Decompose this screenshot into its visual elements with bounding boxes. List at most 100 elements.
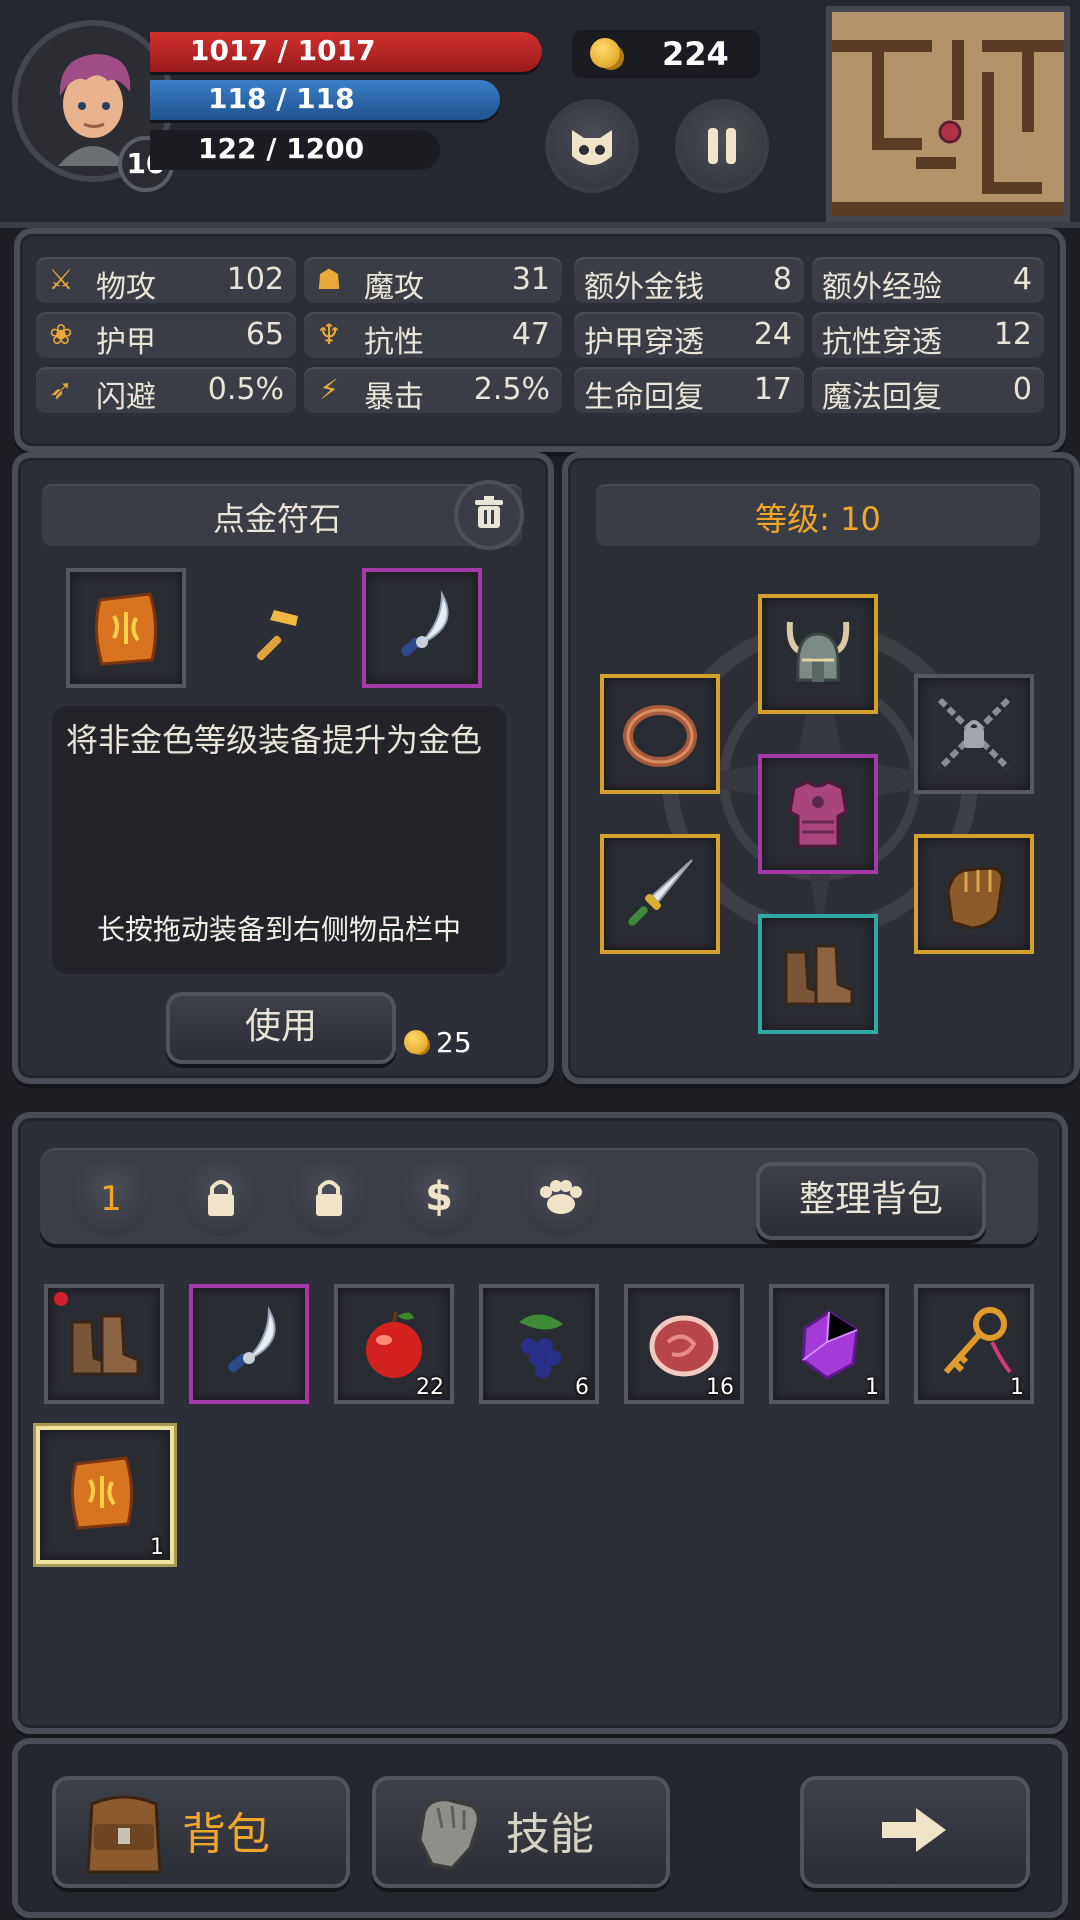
stat-row: ➶ 闪避 0.5% bbox=[36, 367, 296, 415]
sort-bag-button[interactable]: 整理背包 bbox=[756, 1162, 986, 1240]
stat-value: 4 bbox=[1012, 262, 1032, 297]
stat-name: 护甲 bbox=[96, 325, 156, 360]
stat-name: 抗性穿透 bbox=[822, 325, 942, 360]
stat-name: 闪避 bbox=[96, 380, 156, 415]
magic-hat-icon: ☗ bbox=[316, 263, 342, 296]
stat-value: 0 bbox=[1012, 372, 1032, 407]
resistance-icon: ♆ bbox=[316, 318, 342, 351]
equip-helmet-slot[interactable] bbox=[758, 594, 878, 714]
stat-value: 17 bbox=[753, 372, 792, 407]
maze-map-icon bbox=[832, 40, 1064, 216]
rune-stone-icon bbox=[70, 1456, 134, 1530]
stat-name: 生命回复 bbox=[584, 380, 704, 415]
inventory-item[interactable] bbox=[44, 1284, 164, 1404]
gold-coin-icon bbox=[590, 38, 620, 68]
inventory-item[interactable]: 16 bbox=[624, 1284, 744, 1404]
lock-icon bbox=[208, 1180, 234, 1216]
stat-name: 魔法回复 bbox=[822, 380, 942, 415]
meat-icon bbox=[649, 1315, 719, 1377]
equip-gloves-slot[interactable] bbox=[914, 834, 1034, 954]
scimitar-icon bbox=[227, 1306, 276, 1373]
forge-description: 将非金色等级装备提升为金色 bbox=[66, 721, 483, 759]
inventory-item[interactable]: 22 bbox=[334, 1284, 454, 1404]
stat-name: 额外经验 bbox=[822, 270, 942, 305]
stat-row: ❀ 护甲 65 bbox=[36, 312, 296, 360]
inventory-item[interactable]: 1 bbox=[769, 1284, 889, 1404]
forge-title: 点金符石 bbox=[212, 500, 341, 538]
gold-amount: 224 bbox=[662, 35, 729, 73]
equip-boots-slot[interactable] bbox=[758, 914, 878, 1034]
bag-tab-button[interactable]: 背包 bbox=[52, 1776, 350, 1888]
stat-name: 暴击 bbox=[364, 380, 424, 415]
armor-paw-icon bbox=[540, 1180, 582, 1214]
item-count: 1 bbox=[865, 1375, 879, 1400]
monster-info-button[interactable] bbox=[550, 104, 634, 188]
pause-button[interactable] bbox=[680, 104, 764, 188]
stat-value: 2.5% bbox=[473, 372, 550, 407]
bag-page-1-button[interactable]: 1 bbox=[72, 1158, 150, 1236]
stat-row: ⚔ 物攻 102 bbox=[36, 257, 296, 305]
inventory-item[interactable]: 1 bbox=[914, 1284, 1034, 1404]
xp-bar: 122 / 1200 bbox=[150, 130, 440, 170]
grapes-icon bbox=[519, 1314, 563, 1378]
delete-button[interactable] bbox=[458, 484, 520, 546]
armor-paw-icon: ❀ bbox=[49, 318, 73, 351]
forge-target-slot[interactable] bbox=[362, 568, 482, 688]
forge-rune-slot[interactable] bbox=[66, 568, 186, 688]
stat-name: 护甲穿透 bbox=[584, 325, 704, 360]
armor-filter-button[interactable] bbox=[522, 1158, 600, 1236]
stat-value: 102 bbox=[226, 262, 284, 297]
key-icon bbox=[943, 1307, 1012, 1375]
stat-name: 额外金钱 bbox=[584, 270, 704, 305]
stat-row: ☗ 魔攻 31 bbox=[304, 257, 562, 305]
stat-row: 魔法回复 0 bbox=[812, 367, 1044, 415]
stat-row: 额外经验 4 bbox=[812, 257, 1044, 305]
bag-page-label: 1 bbox=[100, 1179, 122, 1219]
stat-name: 魔攻 bbox=[364, 270, 424, 305]
stat-name: 抗性 bbox=[364, 325, 424, 360]
stat-name: 物攻 bbox=[96, 270, 156, 305]
item-count: 6 bbox=[575, 1375, 589, 1400]
sell-button[interactable]: $ bbox=[400, 1158, 478, 1236]
mp-bar: 118 / 118 bbox=[150, 80, 500, 120]
apple-icon bbox=[366, 1311, 422, 1378]
scimitar-icon bbox=[400, 590, 449, 657]
dollar-icon: $ bbox=[425, 1174, 453, 1220]
skills-tab-label: 技能 bbox=[506, 1809, 594, 1860]
bag-page-locked-1-button[interactable] bbox=[182, 1158, 260, 1236]
gold-display: 224 bbox=[572, 30, 760, 78]
equip-locked-slot[interactable] bbox=[914, 674, 1034, 794]
stat-row: 抗性穿透 12 bbox=[812, 312, 1044, 360]
stat-value: 47 bbox=[511, 317, 550, 352]
use-cost: 25 bbox=[436, 1026, 472, 1059]
minimap[interactable] bbox=[826, 6, 1070, 222]
inventory-item[interactable]: 1 bbox=[36, 1426, 174, 1564]
inventory-item[interactable] bbox=[189, 1284, 309, 1404]
trash-icon bbox=[475, 496, 503, 528]
use-label: 使用 bbox=[244, 1006, 317, 1047]
new-item-dot bbox=[54, 1292, 68, 1306]
bag-page-locked-2-button[interactable] bbox=[290, 1158, 368, 1236]
skills-tab-button[interactable]: 技能 bbox=[372, 1776, 670, 1888]
purple-gem-icon bbox=[801, 1310, 859, 1380]
stat-value: 12 bbox=[993, 317, 1032, 352]
equip-armor-slot[interactable] bbox=[758, 754, 878, 874]
dagger-icon bbox=[628, 859, 693, 926]
stat-value: 31 bbox=[511, 262, 550, 297]
inventory-item[interactable]: 6 bbox=[479, 1284, 599, 1404]
lock-icon bbox=[316, 1180, 342, 1216]
equipment-level: 等级: 10 bbox=[755, 500, 881, 538]
use-button[interactable]: 使用 bbox=[166, 992, 396, 1064]
sort-bag-label: 整理背包 bbox=[798, 1179, 943, 1220]
mp-text: 118 / 118 bbox=[208, 82, 355, 115]
equip-weapon-slot[interactable] bbox=[600, 834, 720, 954]
chest-armor-icon bbox=[788, 780, 848, 848]
item-count: 1 bbox=[1010, 1375, 1024, 1400]
next-button[interactable] bbox=[800, 1776, 1030, 1888]
stat-row: 额外金钱 8 bbox=[574, 257, 804, 305]
hp-bar: 1017 / 1017 bbox=[150, 32, 542, 72]
run-icon: ➶ bbox=[49, 373, 73, 406]
hammer-icon bbox=[256, 610, 298, 661]
stat-row: ⚡ 暴击 2.5% bbox=[304, 367, 562, 415]
equip-ring-slot[interactable] bbox=[600, 674, 720, 794]
